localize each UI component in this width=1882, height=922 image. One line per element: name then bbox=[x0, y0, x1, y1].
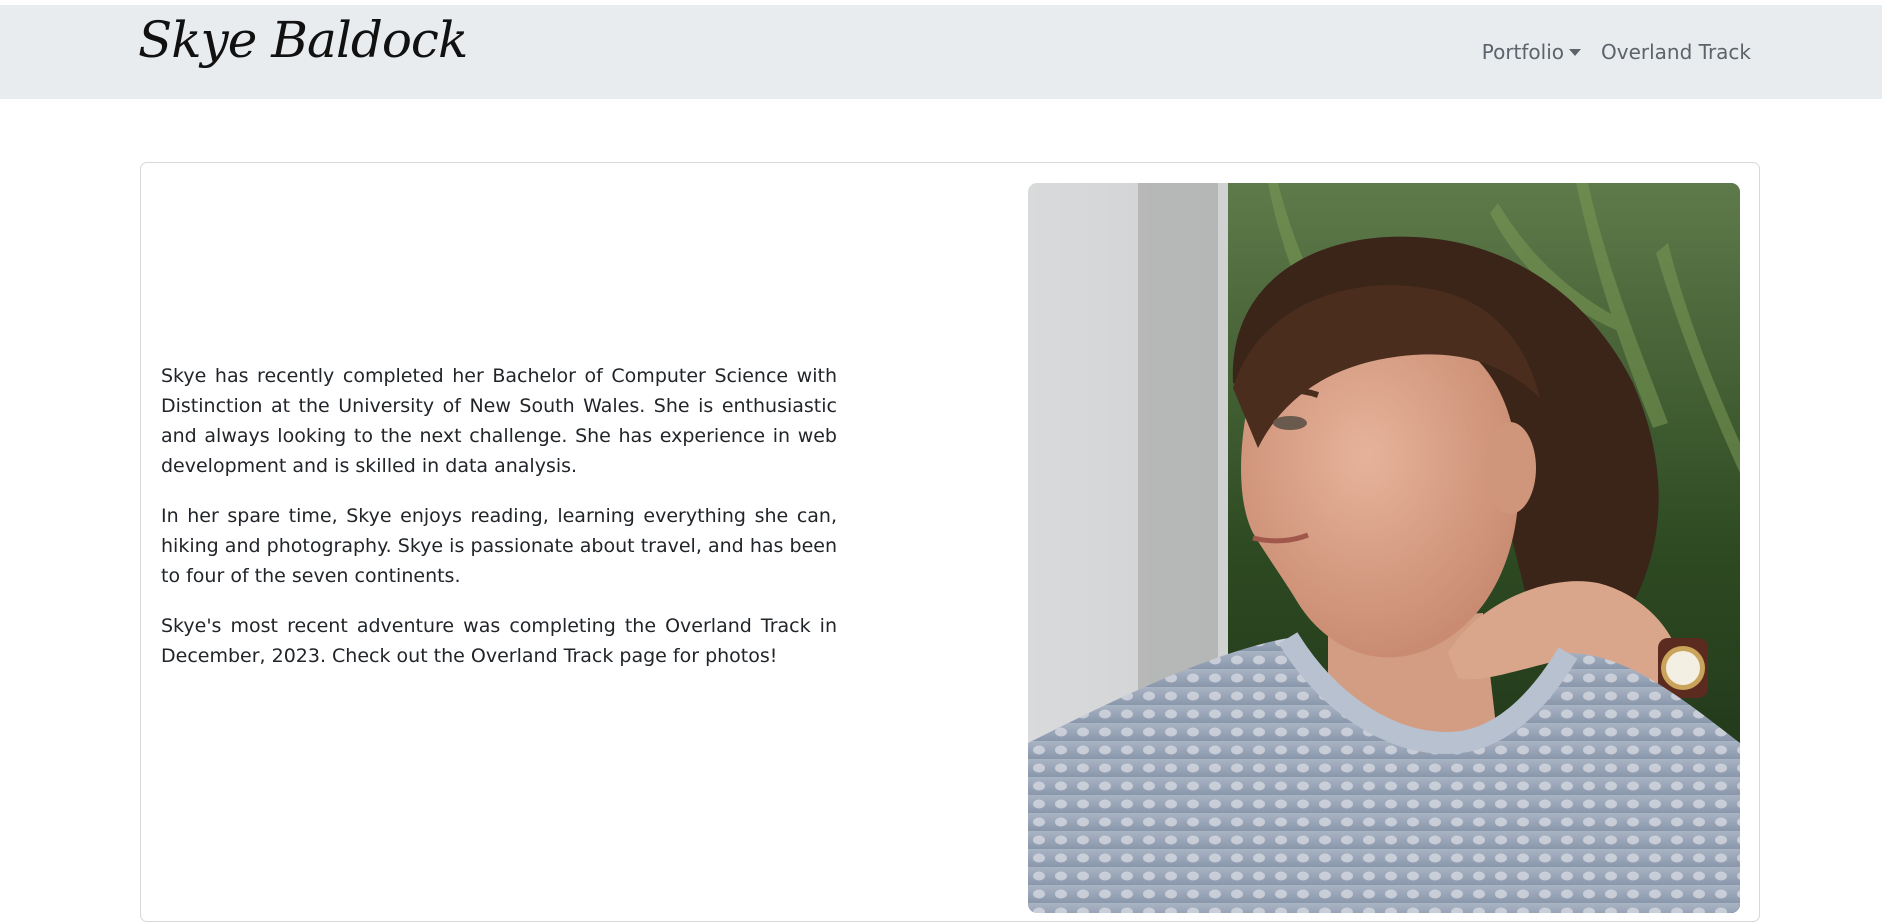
nav-portfolio-dropdown[interactable]: Portfolio bbox=[1481, 40, 1582, 64]
profile-photo bbox=[1028, 183, 1740, 913]
nav-portfolio-label: Portfolio bbox=[1481, 40, 1565, 64]
nav-links: Portfolio Overland Track bbox=[1482, 5, 1751, 99]
nav-overland-track-link[interactable]: Overland Track bbox=[1601, 40, 1751, 64]
brand-logo[interactable]: Skye Baldock bbox=[138, 15, 468, 65]
about-card: Skye has recently completed her Bachelor… bbox=[140, 162, 1760, 922]
about-paragraph: Skye has recently completed her Bachelor… bbox=[161, 365, 837, 477]
about-paragraph: In her spare time, Skye enjoys reading, … bbox=[161, 505, 837, 587]
chevron-down-icon bbox=[1569, 48, 1582, 56]
about-paragraph: Skye's most recent adventure was complet… bbox=[161, 615, 837, 667]
about-text: Skye has recently completed her Bachelor… bbox=[161, 163, 837, 889]
nav-overland-track-label: Overland Track bbox=[1601, 40, 1751, 64]
